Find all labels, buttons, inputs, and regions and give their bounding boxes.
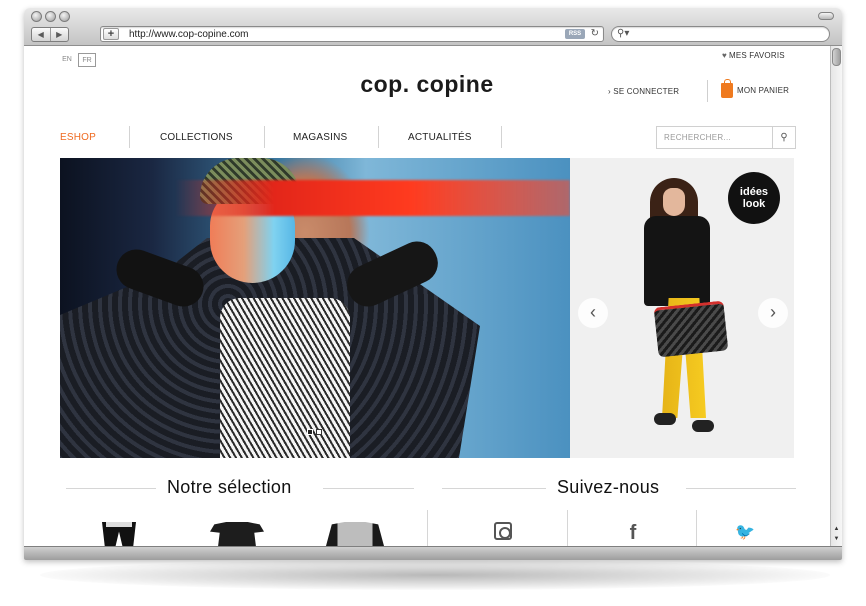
- browser-titlebar: ◀ ▶ + http://www.cop-copine.com RSS ↻ ⚲▾: [24, 8, 842, 46]
- shopping-bag-icon[interactable]: [721, 79, 733, 98]
- nav-actualites[interactable]: ACTUALITÉS: [408, 132, 472, 143]
- section-title-selection: Notre sélection: [167, 477, 292, 497]
- toolbar-toggle-button[interactable]: [818, 12, 834, 20]
- url-text[interactable]: http://www.cop-copine.com: [129, 28, 249, 41]
- look-handbag: [653, 300, 729, 358]
- nav-separator: [378, 126, 379, 148]
- page-viewport: EN FR cop. copine ♥ MES FAVORIS › SE CONN…: [24, 46, 830, 546]
- back-arrow-icon[interactable]: ◀: [32, 28, 50, 41]
- forward-arrow-icon[interactable]: ▶: [49, 28, 69, 41]
- browser-search-field[interactable]: ⚲▾: [611, 26, 830, 42]
- language-en-link[interactable]: EN: [60, 53, 74, 67]
- nav-separator: [501, 126, 502, 148]
- product-thumb-top[interactable]: [210, 522, 264, 546]
- site-logo[interactable]: cop. copine: [330, 71, 524, 98]
- nav-eshop[interactable]: ESHOP: [60, 132, 96, 143]
- login-label: SE CONNECTER: [613, 87, 680, 96]
- site-search-input[interactable]: RECHERCHER...: [664, 133, 731, 142]
- reload-icon[interactable]: ↻: [591, 27, 599, 41]
- heart-icon: ♥: [722, 51, 727, 60]
- chevron-right-icon[interactable]: ›: [758, 298, 788, 328]
- login-link[interactable]: › SE CONNECTER: [608, 87, 679, 96]
- site-search: RECHERCHER... ⚲: [656, 126, 796, 149]
- idees-look-badge[interactable]: idées look: [728, 172, 780, 224]
- language-fr-link[interactable]: FR: [78, 53, 96, 67]
- nav-separator: [129, 126, 130, 148]
- scroll-up-arrow[interactable]: ▲: [832, 524, 841, 534]
- chevron-left-icon[interactable]: ‹: [578, 298, 608, 328]
- badge-line-1: idées: [739, 186, 769, 198]
- browser-window: ◀ ▶ + http://www.cop-copine.com RSS ↻ ⚲▾…: [24, 8, 842, 560]
- section-rule: [686, 488, 796, 489]
- scroll-down-arrow[interactable]: ▼: [832, 534, 841, 544]
- carousel-dot-2[interactable]: [316, 429, 322, 435]
- nav-magasins[interactable]: MAGASINS: [293, 132, 347, 143]
- minimize-window-button[interactable]: [45, 11, 56, 22]
- add-bookmark-button[interactable]: +: [103, 28, 119, 40]
- cart-link[interactable]: MON PANIER: [737, 86, 789, 95]
- browser-statusbar: [24, 546, 842, 560]
- section-rule: [323, 488, 414, 489]
- social-divider: [567, 510, 568, 546]
- vertical-scrollbar[interactable]: ▲ ▼: [830, 46, 842, 546]
- look-shoe-left: [654, 413, 676, 425]
- rss-badge[interactable]: RSS: [565, 29, 585, 39]
- social-divider: [696, 510, 697, 546]
- look-model-face: [663, 188, 685, 216]
- hero-red-light-streak: [175, 180, 570, 216]
- nav-separator: [264, 126, 265, 148]
- look-carousel[interactable]: idées look ‹ ›: [570, 158, 794, 458]
- section-title-follow: Suivez-nous: [557, 477, 660, 497]
- search-icon: ⚲▾: [617, 28, 630, 39]
- product-thumb-pants-waistband: [106, 522, 132, 527]
- twitter-icon[interactable]: 🐦: [734, 522, 756, 544]
- section-rule: [66, 488, 156, 489]
- nav-collections[interactable]: COLLECTIONS: [160, 132, 233, 143]
- zoom-window-button[interactable]: [59, 11, 70, 22]
- section-rule: [442, 488, 546, 489]
- favorites-link[interactable]: ♥ MES FAVORIS: [722, 51, 785, 60]
- badge-line-2: look: [742, 198, 766, 210]
- search-icon[interactable]: ⚲: [772, 127, 795, 148]
- carousel-pagination: [307, 429, 322, 435]
- hero-sweater: [220, 298, 350, 458]
- header-divider: [707, 80, 708, 102]
- look-shoe-right: [692, 420, 714, 432]
- favorites-label: MES FAVORIS: [728, 51, 785, 60]
- hero-banner[interactable]: [60, 158, 570, 458]
- carousel-dot-1[interactable]: [307, 429, 313, 435]
- facebook-icon[interactable]: f: [622, 522, 644, 544]
- address-bar[interactable]: + http://www.cop-copine.com RSS ↻: [100, 26, 604, 42]
- look-blazer: [644, 216, 710, 306]
- instagram-icon[interactable]: [494, 522, 512, 540]
- history-buttons: ◀ ▶: [31, 27, 69, 42]
- scrollbar-thumb[interactable]: [832, 48, 841, 66]
- product-thumb-blouse[interactable]: [326, 522, 384, 546]
- close-window-button[interactable]: [31, 11, 42, 22]
- window-drop-shadow: [40, 560, 830, 590]
- social-divider: [427, 510, 428, 546]
